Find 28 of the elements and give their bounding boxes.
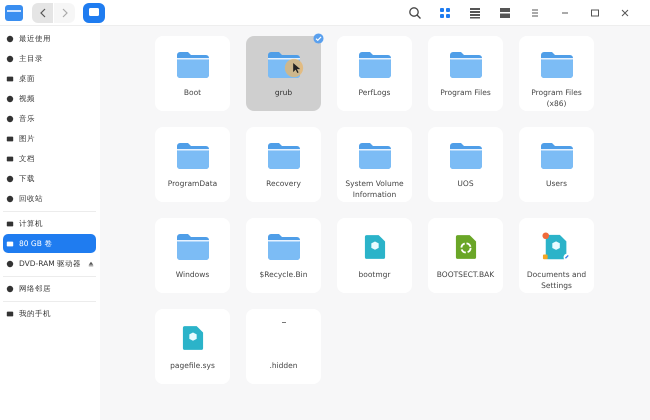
dash-icon [282, 322, 286, 324]
grid-view-icon[interactable] [438, 6, 452, 20]
folder-icon [448, 51, 482, 79]
folder-icon [358, 142, 392, 170]
file-manager-icon [4, 2, 24, 22]
check-badge-icon [313, 33, 324, 44]
folder-icon [266, 142, 300, 170]
list-view-icon[interactable] [468, 6, 482, 20]
folder-icon [448, 142, 482, 170]
chevron-right-icon [60, 8, 68, 18]
folder-icon [176, 233, 210, 261]
folder-icon [540, 142, 574, 170]
drive-button[interactable] [83, 2, 105, 22]
package-file-icon [364, 233, 386, 261]
folder-icon [358, 51, 392, 79]
folder-icon [176, 142, 210, 170]
search-icon[interactable] [408, 6, 422, 20]
back-button[interactable] [32, 2, 53, 22]
chevron-left-icon [38, 8, 46, 18]
folder-icon [176, 51, 210, 79]
folder-icon [266, 233, 300, 261]
recycle-file-icon [454, 233, 476, 261]
eject-icon[interactable] [88, 260, 94, 266]
folder-icon [540, 51, 574, 79]
package-file-icon [182, 324, 204, 352]
cursor-icon [284, 58, 304, 78]
linked-file-icon [542, 232, 572, 262]
tree-view-icon[interactable] [498, 6, 512, 20]
